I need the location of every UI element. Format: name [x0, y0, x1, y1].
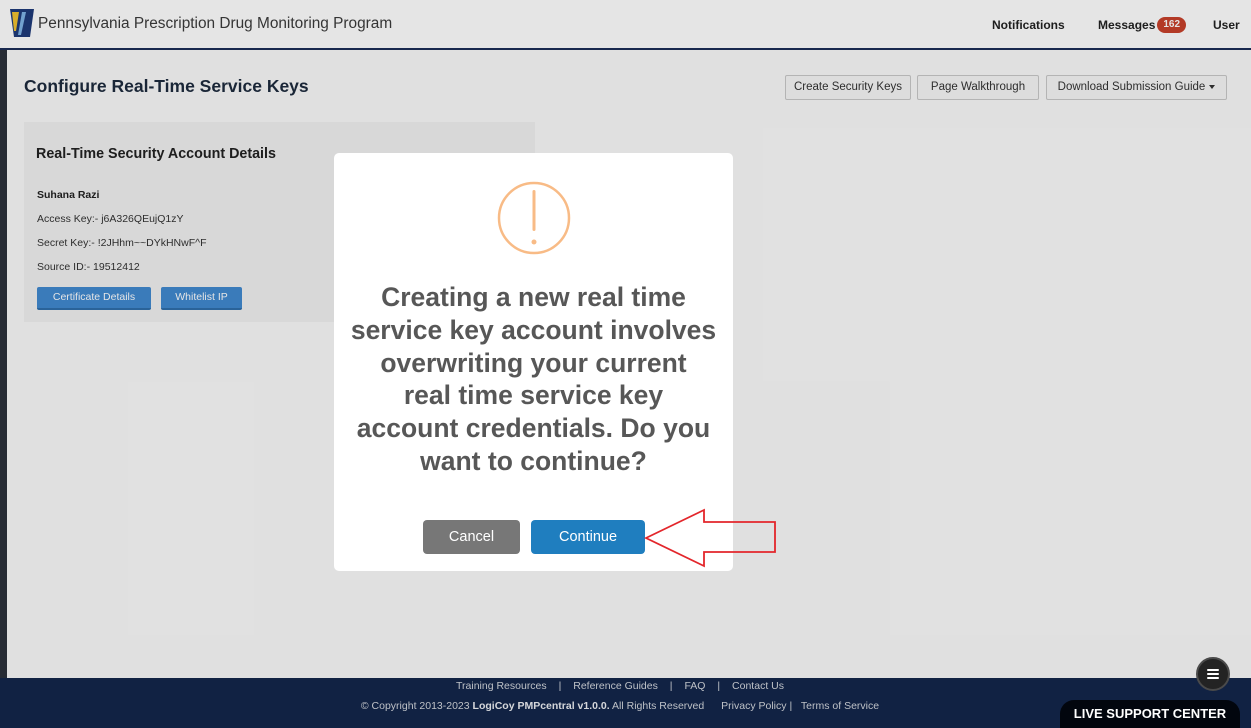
exclamation-circle-icon	[497, 181, 571, 255]
continue-button[interactable]: Continue	[531, 520, 645, 554]
menu-bar	[1207, 677, 1219, 679]
dialog-message-line: want to continue?	[420, 445, 647, 476]
annotation-arrow-shape	[643, 508, 776, 568]
cancel-button[interactable]: Cancel	[423, 520, 520, 554]
menu-bar	[1207, 669, 1219, 671]
exclamation-dot	[531, 239, 537, 245]
dialog-message: Creating a new real time service key acc…	[334, 281, 733, 478]
dialog-message-line: real time service key	[403, 380, 664, 411]
dialog-message-line: service key account involves	[350, 314, 717, 345]
dialog-message-line: Creating a new real time	[381, 282, 686, 312]
arrow-left-outline-icon	[643, 508, 776, 568]
chat-menu-icon[interactable]	[1196, 657, 1230, 691]
exclamation-bar	[532, 190, 536, 231]
menu-bar	[1207, 673, 1219, 675]
dialog-message-line: account credentials. Do you	[356, 413, 711, 444]
dialog-message-line: overwriting your current	[380, 347, 687, 378]
live-support-center-button[interactable]: LIVE SUPPORT CENTER	[1060, 700, 1240, 728]
